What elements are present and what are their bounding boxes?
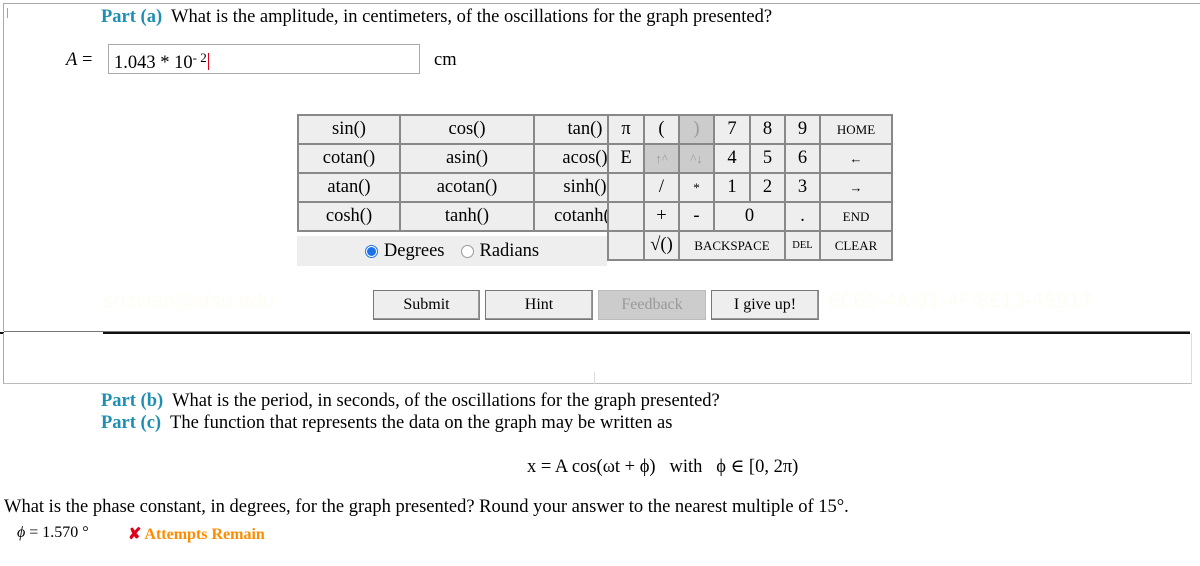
key-2[interactable]: 2 [749,172,786,203]
key-end[interactable]: END [819,201,893,232]
key-pi[interactable]: π [607,114,645,145]
amplitude-label: A = [66,50,92,71]
key-cosh[interactable]: cosh() [297,201,401,232]
key-4[interactable]: 4 [713,143,751,174]
attempt-status: ✘ Attempts Remain [128,524,265,544]
angle-mode-group: Degrees Radians [297,236,607,266]
give-up-button[interactable]: I give up! [711,290,819,320]
key-acotan[interactable]: acotan() [399,172,535,203]
key-6[interactable]: 6 [784,143,821,174]
part-b-text: What is the period, in seconds, of the o… [172,391,720,411]
key-asin[interactable]: asin() [399,143,535,174]
radians-label[interactable]: Radians [480,241,540,262]
answer-mantissa: 1.043 * 10 [114,53,193,73]
text-caret [207,53,210,70]
key-left-arrow[interactable]: ← [819,143,893,174]
degrees-label[interactable]: Degrees [384,241,445,262]
key-1[interactable]: 1 [713,172,751,203]
phase-variable: ϕ [17,524,26,541]
key-superscript-down[interactable]: ^↓ [678,143,715,174]
key-cotan[interactable]: cotan() [297,143,401,174]
key-open-paren[interactable]: ( [643,114,680,145]
key-dot[interactable]: . [784,201,821,232]
key-sin[interactable]: sin() [297,114,401,145]
watermark-id: 6C65-4A-91-4F-8E13-45917 [828,290,1093,312]
key-minus[interactable]: - [678,201,715,232]
key-plus[interactable]: + [643,201,680,232]
key-8[interactable]: 8 [749,114,786,145]
part-b-question: Part (b) What is the period, in seconds,… [101,391,720,412]
part-b-label: Part (b) [101,391,164,411]
key-cos[interactable]: cos() [399,114,535,145]
part-a-text: What is the amplitude, in centimeters, o… [171,7,773,27]
frame-marker [7,8,8,18]
numeric-keypad: π ( ) 7 8 9 HOME E ↑^ ^↓ 4 5 6 ← / * 1 2… [607,114,893,261]
part-c-question: Part (c) The function that represents th… [101,413,672,434]
part-b-frame [3,333,1192,384]
phase-question: What is the phase constant, in degrees, … [4,497,849,517]
part-c-text: The function that represents the data on… [170,413,673,433]
key-e[interactable]: E [607,143,645,174]
part-a-label: Part (a) [101,7,163,27]
key-5[interactable]: 5 [749,143,786,174]
part-c-label: Part (c) [101,413,162,433]
key-tanh[interactable]: tanh() [399,201,535,232]
radians-radio[interactable] [460,244,474,258]
phase-answer: ϕ = 1.570 ° [17,524,89,542]
hint-button[interactable]: Hint [485,290,593,320]
function-keypad: sin() cos() tan() cotan() asin() acos() … [297,114,637,232]
key-multiply[interactable]: * [678,172,715,203]
submit-button[interactable]: Submit [373,290,480,320]
degrees-radio[interactable] [364,244,378,258]
incorrect-x-icon: ✘ [128,526,142,543]
answer-exponent: - 2 [192,50,207,65]
frame-tick [594,372,595,384]
key-right-arrow[interactable]: → [819,172,893,203]
key-blank-3 [607,230,645,261]
key-atan[interactable]: atan() [297,172,401,203]
watermark-email: srizwan@sfsu.edu [103,290,275,312]
key-superscript-up[interactable]: ↑^ [643,143,680,174]
feedback-button[interactable]: Feedback [598,290,706,320]
key-7[interactable]: 7 [713,114,751,145]
key-0[interactable]: 0 [713,201,786,232]
key-sqrt[interactable]: √() [643,230,680,261]
phase-value: = 1.570 ° [29,524,89,541]
amplitude-variable: A [66,50,78,70]
key-home[interactable]: HOME [819,114,893,145]
key-9[interactable]: 9 [784,114,821,145]
key-del[interactable]: DEL [784,230,821,261]
key-divide[interactable]: / [643,172,680,203]
key-clear[interactable]: CLEAR [819,230,893,261]
key-backspace[interactable]: BACKSPACE [678,230,786,261]
amplitude-answer-input[interactable]: 1.043 * 10- 2 [108,44,420,74]
key-blank-1 [607,172,645,203]
phase-equation: x = A cos(ωt + ϕ) with ϕ ∈ [0, 2π) [527,456,798,478]
key-close-paren[interactable]: ) [678,114,715,145]
key-3[interactable]: 3 [784,172,821,203]
key-blank-2 [607,201,645,232]
unit-label: cm [434,50,457,70]
status-text: Attempts Remain [144,526,265,543]
part-a-question: Part (a) What is the amplitude, in centi… [101,7,772,28]
equation-text: x = A cos(ωt + ϕ) with ϕ ∈ [0, 2π) [527,457,799,477]
equals-sign: = [81,50,93,70]
